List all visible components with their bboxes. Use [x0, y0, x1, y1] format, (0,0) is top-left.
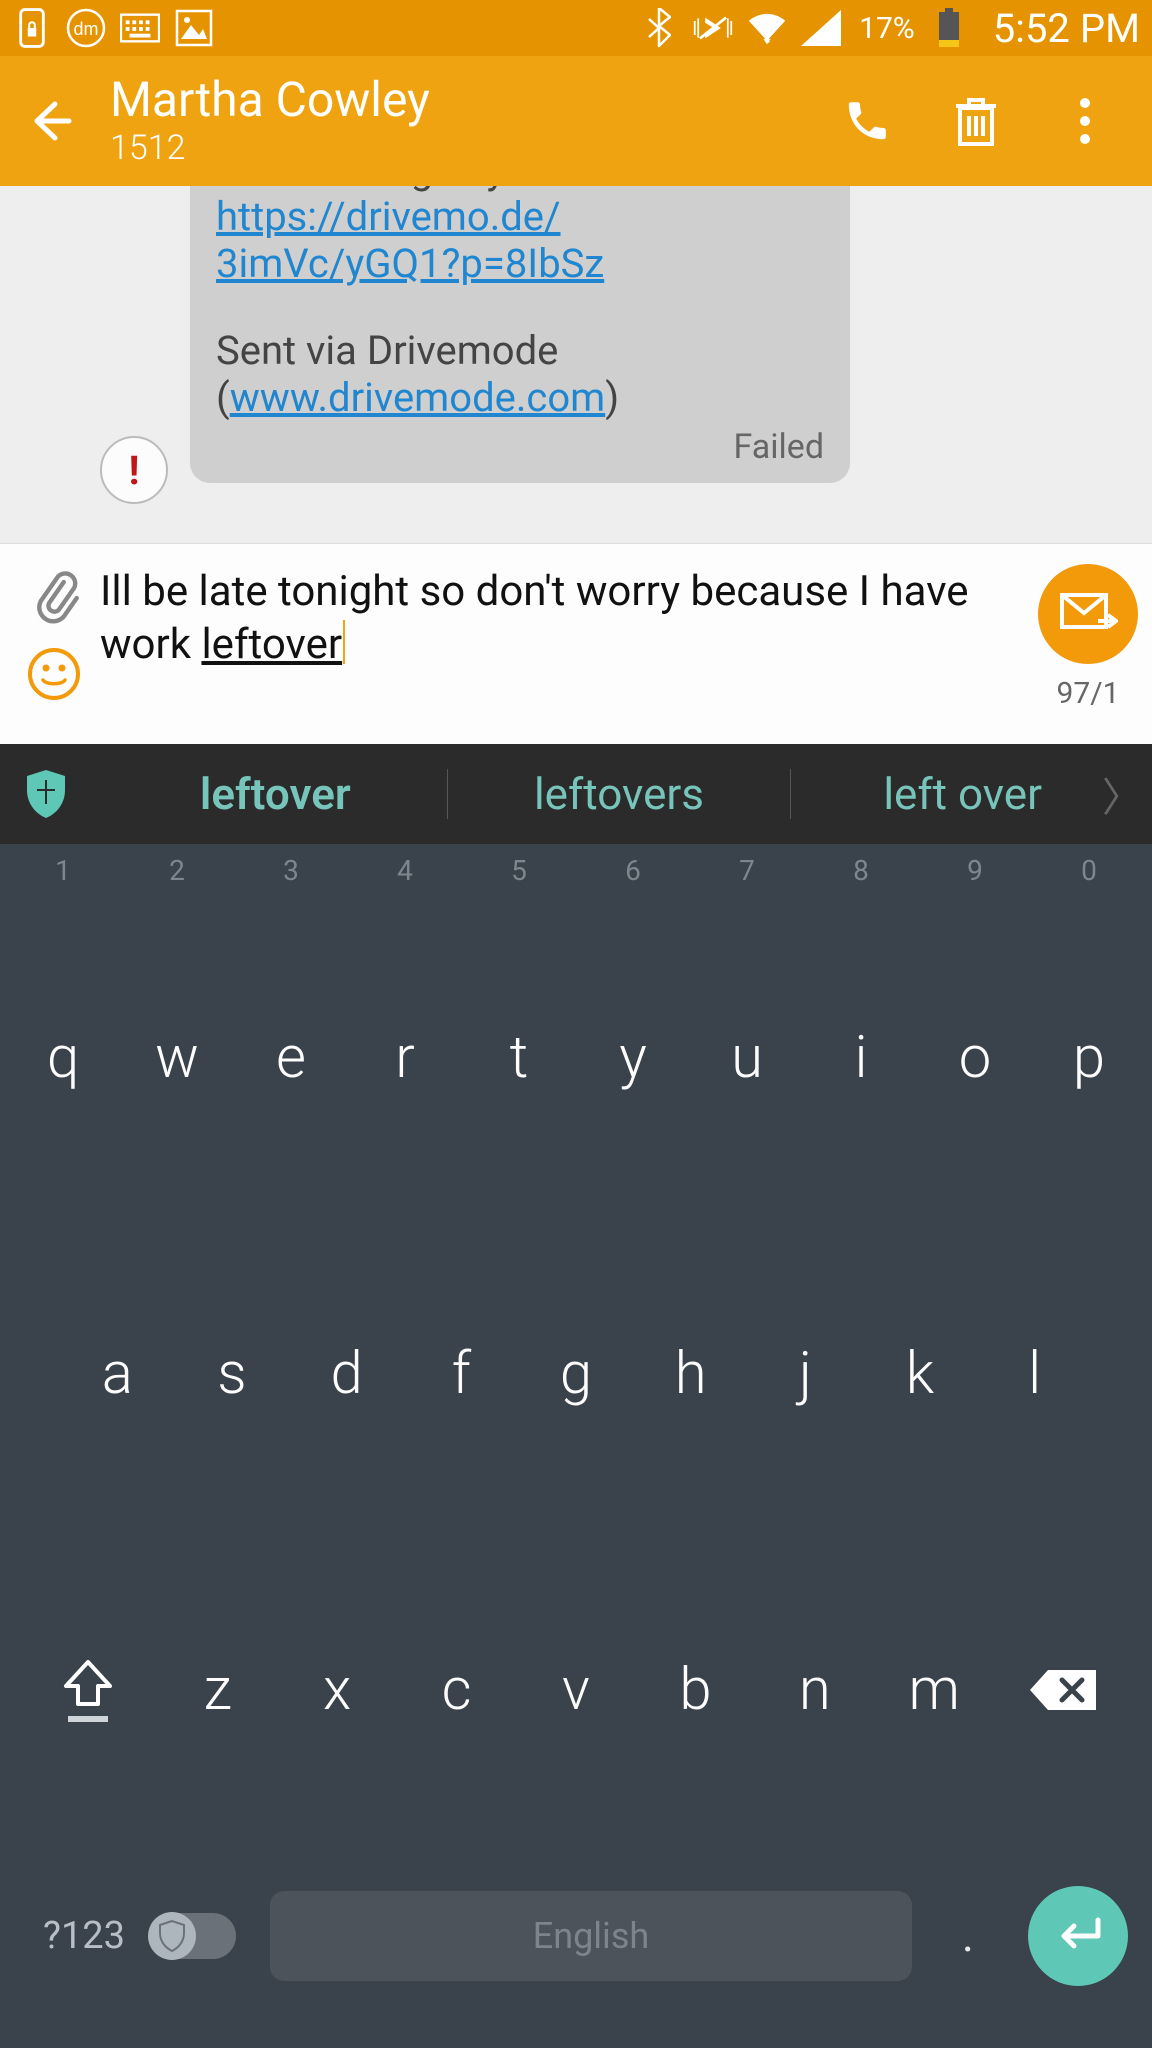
key-m[interactable]: m	[875, 1656, 994, 1724]
message-link[interactable]: 3imVc/yGQ1?p=8IbSz	[216, 240, 604, 287]
symbols-key[interactable]: ?123	[24, 1914, 144, 1958]
input-cursor-word: leftover	[201, 620, 342, 669]
app-header: Martha Cowley 1512	[0, 56, 1152, 186]
message-bubble[interactable]: this message by voice! https://drivemo.d…	[190, 186, 850, 483]
key-f[interactable]: f	[404, 1216, 519, 1532]
key-a[interactable]: a	[60, 1216, 175, 1532]
num-hint: 2	[120, 854, 234, 904]
num-hint: 0	[1032, 854, 1146, 904]
key-n[interactable]: n	[755, 1656, 874, 1724]
failed-badge-icon[interactable]: !	[100, 436, 168, 504]
battery-icon	[929, 8, 969, 48]
clock-text: 5:52 PM	[993, 5, 1140, 52]
message-text-line: this message by voice!	[216, 186, 824, 193]
image-icon	[174, 8, 214, 48]
attach-button[interactable]	[26, 568, 82, 624]
key-row-2: a s d f g h j k l	[0, 1216, 1152, 1532]
message-text-line: Sent via Drivemode (www.drivemode.com)	[216, 327, 824, 421]
title-block[interactable]: Martha Cowley 1512	[110, 74, 840, 169]
keyboard: 1 2 3 4 5 6 7 8 9 0 q w e r t y u i o p …	[0, 844, 1152, 2048]
status-left: dm	[12, 8, 214, 48]
suggestion-3[interactable]: left over	[791, 768, 1134, 820]
status-bar: dm 17% 5:52 PM	[0, 0, 1152, 56]
key-l[interactable]: l	[977, 1216, 1092, 1532]
num-hint: 1	[6, 854, 120, 904]
status-right: 17% 5:52 PM	[639, 5, 1140, 52]
svg-text:dm: dm	[73, 19, 98, 39]
call-button[interactable]	[840, 94, 894, 148]
message-link[interactable]: www.drivemode.com	[230, 374, 606, 421]
vibrate-icon	[693, 8, 733, 48]
signal-icon	[801, 8, 841, 48]
key-k[interactable]: k	[863, 1216, 978, 1532]
num-hint: 8	[804, 854, 918, 904]
key-s[interactable]: s	[175, 1216, 290, 1532]
number-hint-row: 1 2 3 4 5 6 7 8 9 0	[0, 854, 1152, 904]
phone-lock-icon	[12, 8, 52, 48]
contact-number: 1512	[110, 128, 840, 168]
key-b[interactable]: b	[636, 1656, 755, 1724]
key-c[interactable]: c	[397, 1656, 516, 1724]
message-status: Failed	[216, 427, 824, 467]
key-q[interactable]: q	[6, 900, 120, 1216]
battery-percent: 17%	[859, 11, 915, 46]
message-link[interactable]: https://drivemo.de/	[216, 193, 561, 240]
num-hint: 6	[576, 854, 690, 904]
bluetooth-icon	[639, 8, 679, 48]
key-v[interactable]: v	[516, 1656, 635, 1724]
conversation-area[interactable]: this message by voice! https://drivemo.d…	[0, 186, 1152, 544]
backspace-key[interactable]	[994, 1664, 1134, 1716]
key-row-1: q w e r t y u i o p	[0, 900, 1152, 1216]
key-z[interactable]: z	[158, 1656, 277, 1724]
back-button[interactable]	[20, 91, 80, 151]
num-hint: 3	[234, 854, 348, 904]
key-r[interactable]: r	[348, 900, 462, 1216]
compose-bar: Ill be late tonight so don't worry becau…	[0, 544, 1152, 744]
key-row-3: z x c v b n m	[0, 1532, 1152, 1848]
key-w[interactable]: w	[120, 900, 234, 1216]
key-x[interactable]: x	[277, 1656, 396, 1724]
delete-button[interactable]	[949, 94, 1003, 148]
contact-name: Martha Cowley	[110, 74, 840, 127]
num-hint: 4	[348, 854, 462, 904]
emoji-button[interactable]	[26, 646, 82, 702]
num-hint: 7	[690, 854, 804, 904]
key-h[interactable]: h	[633, 1216, 748, 1532]
key-row-4: ?123 English .	[0, 1848, 1152, 2048]
message-input[interactable]: Ill be late tonight so don't worry becau…	[82, 558, 1038, 671]
overflow-menu-button[interactable]	[1058, 94, 1112, 148]
key-o[interactable]: o	[918, 900, 1032, 1216]
dm-icon: dm	[66, 8, 106, 48]
enter-key[interactable]	[1028, 1886, 1128, 1986]
language-toggle[interactable]	[144, 1913, 244, 1959]
key-j[interactable]: j	[748, 1216, 863, 1532]
key-t[interactable]: t	[462, 900, 576, 1216]
chevron-right-icon[interactable]: 〉	[1102, 765, 1142, 823]
key-u[interactable]: u	[690, 900, 804, 1216]
keyboard-icon	[120, 8, 160, 48]
wifi-icon	[747, 8, 787, 48]
suggestion-2[interactable]: leftovers	[448, 768, 791, 820]
send-button[interactable]	[1038, 564, 1138, 664]
suggestion-strip: leftover leftovers left over 〉	[0, 744, 1152, 844]
space-key[interactable]: English	[270, 1891, 912, 1981]
suggestion-1[interactable]: leftover	[104, 768, 447, 820]
key-i[interactable]: i	[804, 900, 918, 1216]
key-e[interactable]: e	[234, 900, 348, 1216]
key-g[interactable]: g	[519, 1216, 634, 1532]
num-hint: 5	[462, 854, 576, 904]
text-cursor-icon	[343, 620, 345, 664]
key-d[interactable]: d	[289, 1216, 404, 1532]
shift-key[interactable]	[18, 1658, 158, 1722]
num-hint: 9	[918, 854, 1032, 904]
shield-icon[interactable]	[18, 766, 74, 822]
char-counter: 97/1	[1057, 676, 1120, 711]
key-p[interactable]: p	[1032, 900, 1146, 1216]
period-key[interactable]: .	[938, 1909, 998, 1963]
key-y[interactable]: y	[576, 900, 690, 1216]
